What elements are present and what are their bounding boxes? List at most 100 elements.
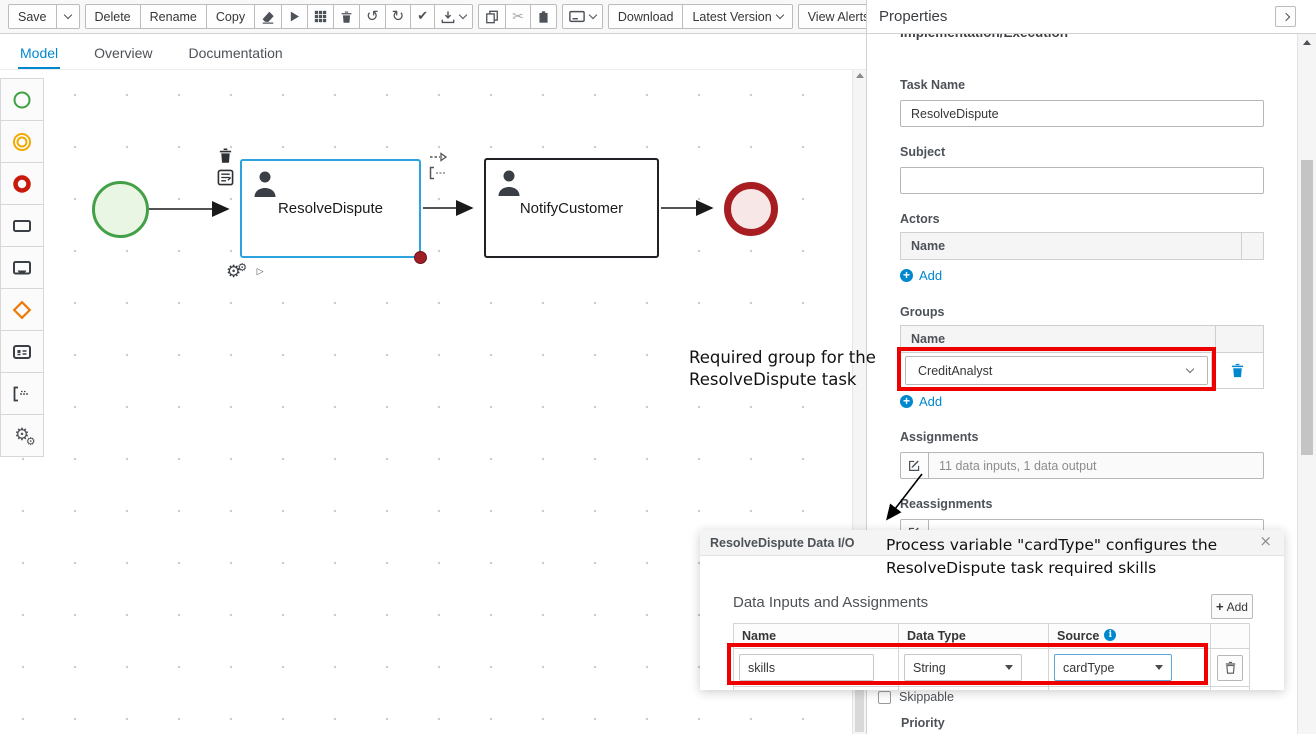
groups-name-column-header: Name	[901, 326, 1215, 352]
task-error-dot	[414, 251, 427, 264]
save-button[interactable]: Save	[8, 4, 57, 29]
task-notify-customer[interactable]: NotifyCustomer	[484, 158, 659, 258]
cut-button[interactable]: ✂	[505, 4, 531, 29]
dialog-title: ResolveDispute Data I/O	[710, 536, 855, 550]
palette-data-object[interactable]	[0, 330, 44, 373]
palette-intermediate-event[interactable]	[0, 120, 44, 163]
eraser-icon	[261, 10, 275, 24]
delete-node-icon[interactable]	[218, 147, 233, 167]
groups-label: Groups	[900, 305, 944, 319]
copy-button[interactable]: Copy	[206, 4, 255, 29]
scroll-up-arrow[interactable]	[1303, 40, 1311, 45]
task-resolve-dispute[interactable]: ResolveDispute	[240, 159, 421, 258]
delete-row-button[interactable]	[1217, 655, 1243, 681]
palette-lane[interactable]	[0, 372, 44, 415]
reassignments-label: Reassignments	[900, 497, 992, 511]
rename-button[interactable]: Rename	[140, 4, 207, 29]
data-object-icon	[12, 342, 32, 362]
table-row: String cardType	[733, 649, 1250, 687]
delete-button[interactable]: Delete	[85, 4, 141, 29]
groups-add-label: Add	[919, 394, 942, 409]
clear-eraser-button[interactable]	[254, 4, 282, 29]
redo-icon: ↻	[392, 9, 405, 24]
collapse-panel-button[interactable]	[1275, 6, 1296, 27]
caret-down-icon	[1155, 665, 1163, 670]
grid-icon	[314, 10, 327, 23]
column-data-type: Data Type	[898, 624, 1048, 648]
palette-gateway[interactable]	[0, 288, 44, 331]
tab-model[interactable]: Model	[18, 39, 60, 69]
edit-assignments-button[interactable]	[900, 452, 929, 479]
text-annotation-icon[interactable]	[429, 166, 447, 183]
redo-button[interactable]: ↻	[385, 4, 412, 29]
data-type-select[interactable]: String	[904, 654, 1022, 681]
properties-scrollbar	[1297, 34, 1316, 734]
palette-service-tasks[interactable]: ⚙⚙	[0, 414, 44, 457]
subject-input[interactable]	[900, 167, 1264, 194]
source-select[interactable]: cardType	[1054, 654, 1172, 681]
latest-version-label: Latest Version	[692, 10, 771, 24]
data-type-value: String	[913, 661, 946, 675]
assignments-summary[interactable]: 11 data inputs, 1 data output	[928, 452, 1264, 479]
export-button[interactable]	[434, 4, 473, 29]
user-task-icon	[496, 168, 522, 196]
paste-button[interactable]	[530, 4, 557, 29]
check-icon: ✔	[417, 10, 428, 23]
duplicate-button[interactable]	[478, 4, 506, 29]
group-select-value: CreditAnalyst	[918, 364, 992, 378]
canvas-scrollbar-thumb[interactable]	[855, 688, 864, 732]
scissors-icon: ✂	[512, 10, 524, 24]
actors-add-link[interactable]: Add	[900, 268, 942, 283]
toolbar: Save Delete Rename Copy ↺ ↻ ✔	[0, 0, 866, 34]
source-label: Source	[1057, 629, 1099, 643]
actors-label: Actors	[900, 212, 940, 226]
user-task-icon	[252, 169, 278, 197]
data-inputs-section-title: Data Inputs and Assignments	[733, 594, 928, 611]
tab-overview[interactable]: Overview	[92, 39, 154, 69]
groups-add-link[interactable]: Add	[900, 394, 942, 409]
properties-title: Properties	[879, 8, 947, 25]
scroll-up-arrow[interactable]	[856, 73, 864, 78]
grid-button[interactable]	[307, 4, 334, 29]
column-name: Name	[733, 624, 898, 648]
data-input-name-field[interactable]	[739, 654, 874, 681]
form-generation-button[interactable]	[562, 4, 603, 29]
process-designer-screen: Save Delete Rename Copy ↺ ↻ ✔	[0, 0, 1316, 734]
chevron-down-icon	[63, 11, 71, 19]
skippable-label: Skippable	[899, 690, 954, 704]
dialog-close-icon[interactable]: ×	[1259, 532, 1272, 550]
save-caret-button[interactable]	[56, 4, 80, 29]
edit-form-icon[interactable]	[217, 169, 234, 189]
task-name-input[interactable]	[900, 100, 1264, 127]
subprocess-icon	[12, 258, 32, 278]
palette-subprocess[interactable]	[0, 246, 44, 289]
skippable-checkbox[interactable]	[878, 691, 891, 704]
latest-version-dropdown[interactable]: Latest Version	[682, 4, 792, 29]
start-event-node[interactable]	[92, 181, 149, 238]
end-event-node[interactable]	[724, 182, 778, 236]
gear-menu-icon[interactable]: ⚙⚙ ▷	[226, 262, 262, 282]
delete-group-icon[interactable]	[1231, 363, 1244, 378]
groups-table-header: Name	[900, 325, 1264, 353]
gateway-icon	[12, 300, 32, 320]
chevron-down-icon	[459, 11, 467, 19]
group-row-actions	[1211, 353, 1263, 388]
data-io-dialog: ResolveDispute Data I/O × Data Inputs an…	[700, 530, 1284, 690]
tab-documentation[interactable]: Documentation	[187, 39, 285, 69]
add-data-input-button[interactable]: +Add	[1211, 594, 1253, 619]
run-process-button[interactable]	[281, 4, 308, 29]
create-connector-icon[interactable]	[429, 151, 447, 165]
palette-task[interactable]	[0, 204, 44, 247]
download-button[interactable]: Download	[608, 4, 684, 29]
undo-button[interactable]: ↺	[359, 4, 386, 29]
task-label: NotifyCustomer	[520, 200, 623, 217]
delete-selection-button[interactable]	[333, 4, 360, 29]
group-select[interactable]: CreditAnalyst	[905, 356, 1208, 385]
plus-circle-icon	[900, 395, 913, 408]
task-label: ResolveDispute	[278, 200, 383, 217]
table-header-row: Name Data Type Source	[733, 624, 1250, 649]
palette-start-event[interactable]	[0, 78, 44, 121]
properties-scrollbar-thumb[interactable]	[1301, 160, 1313, 455]
palette-end-event[interactable]	[0, 162, 44, 205]
validate-button[interactable]: ✔	[410, 4, 435, 29]
